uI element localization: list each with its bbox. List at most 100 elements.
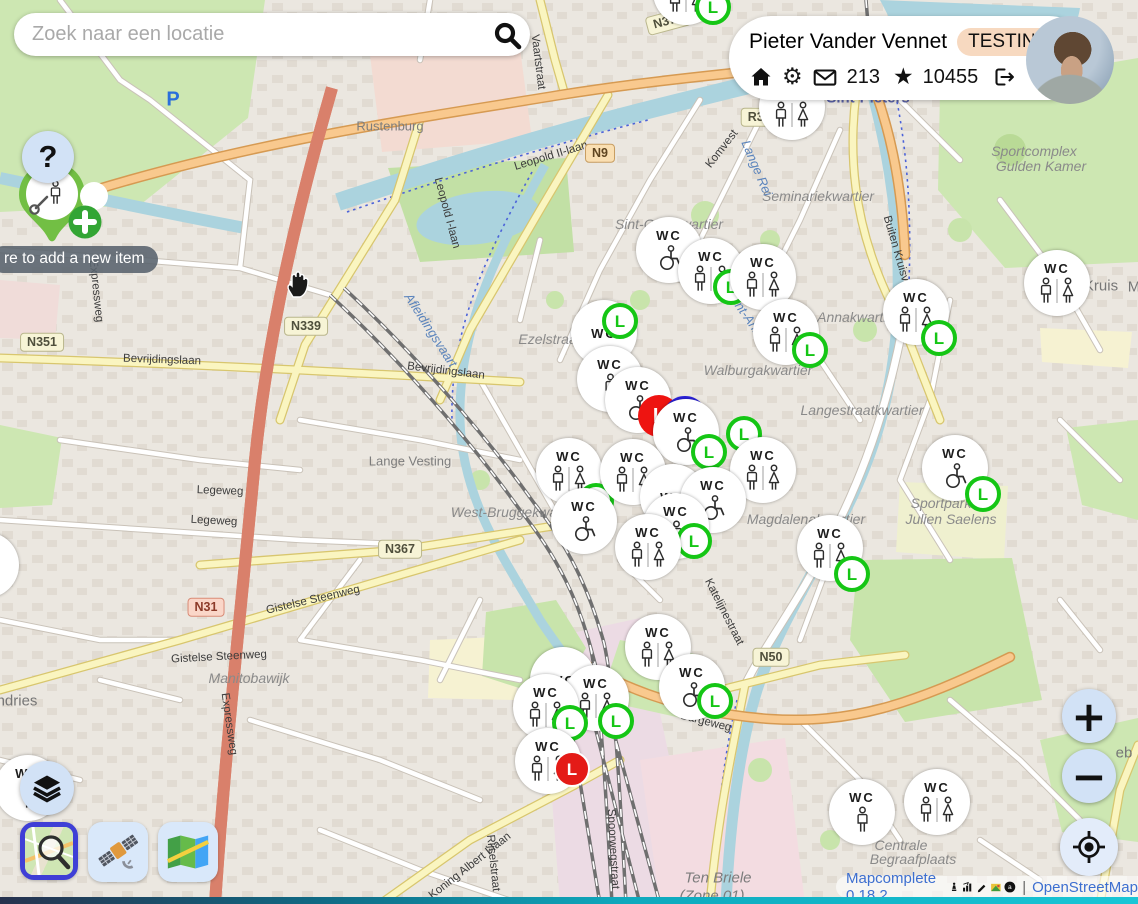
basemap-satellite-button[interactable] xyxy=(88,822,148,882)
plus-icon: + xyxy=(1071,692,1106,741)
zoom-in-button[interactable]: + xyxy=(1062,689,1116,743)
statue-icon[interactable] xyxy=(949,879,959,895)
marker-wc-label: WC xyxy=(533,685,559,700)
mail-icon[interactable] xyxy=(812,66,838,88)
search-input[interactable] xyxy=(14,23,484,46)
map-marker-toilet[interactable]: WC xyxy=(615,514,681,580)
man-icon xyxy=(854,806,871,834)
logout-icon[interactable] xyxy=(991,65,1017,89)
man-woman-icon xyxy=(897,306,935,334)
svg-text:a: a xyxy=(1008,884,1012,891)
basemap-map-button[interactable] xyxy=(158,822,218,882)
basemap-osm-button[interactable] xyxy=(20,822,78,880)
pen-icon[interactable] xyxy=(976,879,987,895)
attribution-separator: | xyxy=(1022,879,1026,896)
marker-wc-label: WC xyxy=(1044,261,1070,276)
wheelchair-icon xyxy=(568,515,600,543)
map-marker-toilet[interactable]: WC xyxy=(883,279,949,345)
map-marker-toilet[interactable]: WC xyxy=(829,779,895,845)
search-bar xyxy=(14,13,530,56)
add-plus-icon[interactable] xyxy=(69,206,102,239)
attribution-bar: Mapcomplete 0.18.2 a | OpenStreetMap xyxy=(836,876,1138,898)
wheelchair-icon xyxy=(622,394,654,422)
theme-color-bar xyxy=(0,897,1138,904)
zoom-out-button[interactable]: − xyxy=(1062,749,1116,803)
basemap-style-buttons xyxy=(20,822,218,882)
marker-wc-label: WC xyxy=(535,739,561,754)
marker-wc-label: WC xyxy=(849,790,875,805)
wheelchair-icon xyxy=(670,426,702,454)
marker-wc-label: WC xyxy=(817,526,843,541)
man-woman-icon xyxy=(629,541,667,569)
man-woman-icon xyxy=(1038,277,1076,305)
openstreetmap-link[interactable]: OpenStreetMap xyxy=(1032,879,1138,896)
layers-button[interactable] xyxy=(20,761,74,815)
satellite-icon xyxy=(96,830,140,874)
search-button[interactable] xyxy=(484,20,530,50)
marker-wc-label: WC xyxy=(750,255,776,270)
marker-wc-label: WC xyxy=(773,310,799,325)
marker-wc-label: WC xyxy=(556,449,582,464)
man-woman-icon xyxy=(529,755,567,783)
man-woman-icon xyxy=(811,542,849,570)
man-woman-icon xyxy=(527,701,565,729)
marker-wc-label: WC xyxy=(635,525,661,540)
stars-count: 10455 xyxy=(923,66,979,89)
geolocate-button[interactable] xyxy=(1060,818,1118,876)
man-woman-icon xyxy=(667,0,705,14)
marker-wc-label: WC xyxy=(679,665,705,680)
marker-wc-label: WC xyxy=(583,676,609,691)
man-woman-icon xyxy=(918,796,956,824)
mapcomplete-app: Brugge-Sint-PietersRustenburgVaartstraat… xyxy=(0,0,1138,904)
man-woman-icon xyxy=(744,271,782,299)
man-woman-icon xyxy=(692,265,730,293)
marker-wc-label: WC xyxy=(597,357,623,372)
home-icon[interactable] xyxy=(749,65,773,89)
marker-wc-label: WC xyxy=(591,326,617,341)
marker-wc-label: WC xyxy=(903,290,929,305)
marker-wc-label: WC xyxy=(750,448,776,463)
folded-map-icon xyxy=(166,833,210,871)
wheelchair-icon xyxy=(676,681,708,709)
circle-a-icon[interactable]: a xyxy=(1004,879,1016,895)
stats-icon[interactable] xyxy=(962,879,973,895)
map-marker-toilet[interactable]: WC xyxy=(515,728,581,794)
map-marker-toilet[interactable]: WC xyxy=(551,488,617,554)
map-marker-toilet[interactable]: WC xyxy=(1024,250,1090,316)
flag-icon[interactable] xyxy=(990,880,1002,895)
user-name: Pieter Vander Vennet xyxy=(749,30,947,54)
map-canvas[interactable]: Brugge-Sint-PietersRustenburgVaartstraat… xyxy=(0,0,1138,904)
add-item-tooltip: re to add a new item xyxy=(0,246,158,273)
minus-icon: − xyxy=(1071,752,1106,801)
marker-wc-label: WC xyxy=(656,228,682,243)
crosshair-icon xyxy=(1069,827,1109,867)
gear-icon[interactable]: ⚙ xyxy=(782,66,803,89)
marker-wc-label: WC xyxy=(663,504,689,519)
map-marker-toilet[interactable]: WC xyxy=(922,435,988,501)
marker-wc-label: WC xyxy=(645,625,671,640)
map-marker-toilet[interactable]: WC xyxy=(753,299,819,365)
man-woman-icon xyxy=(767,326,805,354)
map-marker-toilet[interactable]: WC xyxy=(659,654,725,720)
user-avatar[interactable] xyxy=(1026,16,1114,104)
marker-wc-label: WC xyxy=(620,450,646,465)
man-woman-icon xyxy=(773,101,811,129)
search-icon xyxy=(492,20,522,50)
map-marker-toilet[interactable]: WC xyxy=(797,515,863,581)
marker-wc-label: WC xyxy=(673,410,699,425)
map-marker-toilet[interactable]: WC xyxy=(904,769,970,835)
marker-wc-label: WC xyxy=(625,378,651,393)
wheelchair-icon xyxy=(939,462,971,490)
osm-carto-thumbnail xyxy=(25,827,73,875)
man-woman-icon xyxy=(577,692,615,720)
marker-wc-label: WC xyxy=(571,499,597,514)
layers-icon xyxy=(31,773,63,803)
messages-count: 213 xyxy=(847,66,880,89)
marker-wc-label: WC xyxy=(700,478,726,493)
map-marker-toilet[interactable]: WC xyxy=(653,399,719,465)
marker-wc-label: WC xyxy=(924,780,950,795)
marker-wc-label: WC xyxy=(942,446,968,461)
help-button[interactable]: ? xyxy=(22,131,74,183)
star-icon: ★ xyxy=(893,66,914,89)
man-woman-icon xyxy=(744,464,782,492)
